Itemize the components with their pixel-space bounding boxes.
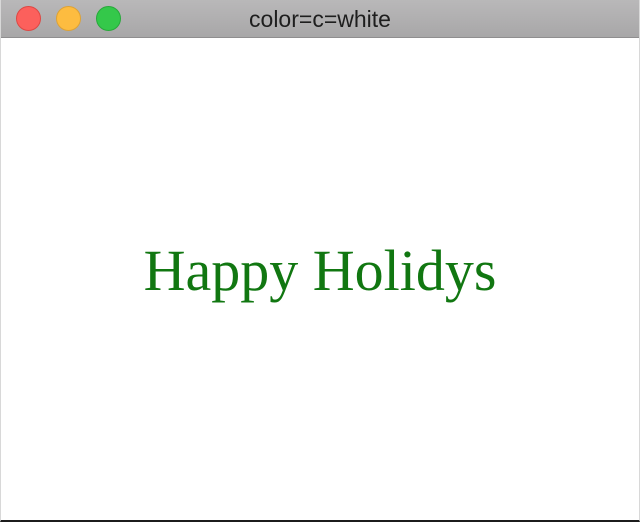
title-bar[interactable]: color=c=white <box>1 0 639 38</box>
canvas-area: Happy Holidys <box>1 38 639 520</box>
app-window: color=c=white Happy Holidys <box>0 0 640 522</box>
greeting-text: Happy Holidys <box>143 238 497 303</box>
window-title: color=c=white <box>249 6 391 32</box>
